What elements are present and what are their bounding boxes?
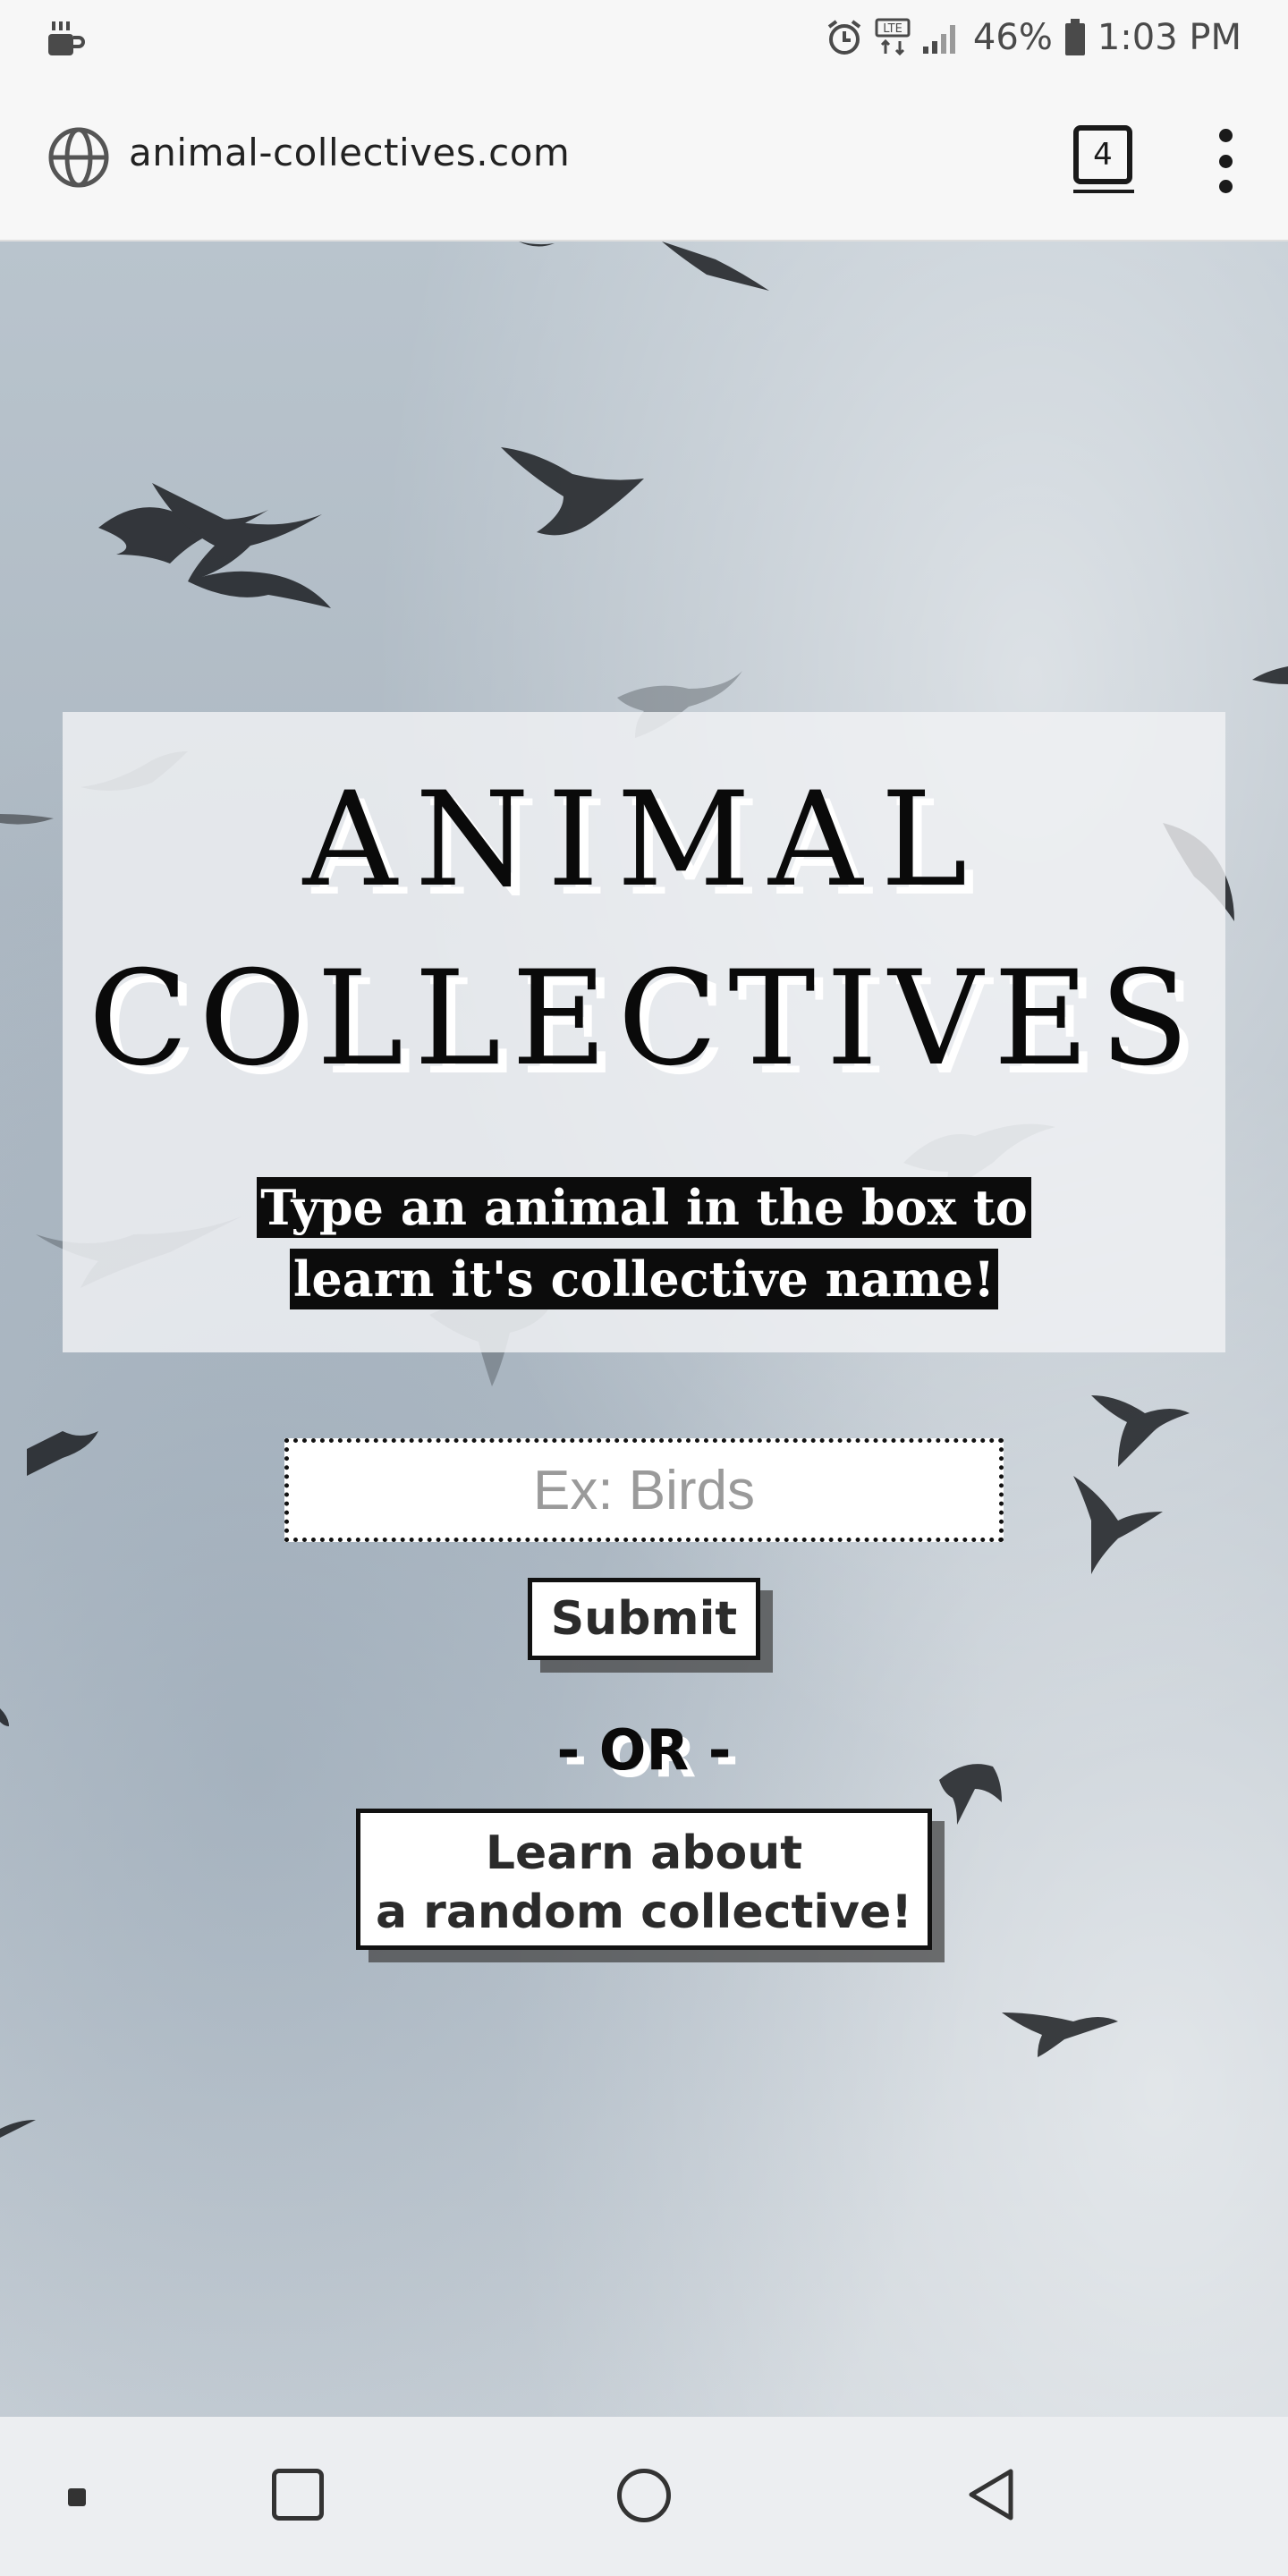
title-panel: ANIMAL COLLECTIVES Type an animal in the…	[63, 712, 1225, 1352]
more-vert-icon[interactable]	[1208, 125, 1243, 197]
page-hero: ANIMAL COLLECTIVES Type an animal in the…	[0, 242, 1288, 2417]
clock: 1:03 PM	[1097, 17, 1241, 58]
tab-switcher-button[interactable]: 4	[1073, 125, 1132, 184]
alarm-icon	[827, 20, 861, 55]
lte-icon: LTE	[875, 18, 911, 56]
tab-count: 4	[1093, 137, 1113, 173]
page-subtitle: Type an animal in the box to learn it's …	[63, 1172, 1225, 1315]
random-collective-button[interactable]: Learn about a random collective!	[356, 1809, 932, 1950]
globe-icon[interactable]	[47, 125, 111, 190]
subtitle-line-2: learn it's collective name!	[289, 1249, 999, 1309]
page-title-line-1: ANIMAL	[302, 764, 986, 916]
subtitle-line-1: Type an animal in the box to	[257, 1177, 1031, 1238]
url-text[interactable]: animal-collectives.com	[129, 131, 570, 174]
signal-icon	[922, 25, 955, 54]
back-icon[interactable]	[966, 2467, 1016, 2522]
svg-text:LTE: LTE	[883, 22, 902, 36]
home-icon[interactable]	[617, 2469, 671, 2522]
submit-button[interactable]: Submit	[528, 1578, 760, 1660]
recents-icon[interactable]	[272, 2469, 324, 2521]
random-button-line-1: Learn about	[485, 1826, 803, 1880]
animal-search-input[interactable]	[284, 1438, 1004, 1542]
or-divider: - OR -	[556, 1717, 732, 1783]
random-button-line-2: a random collective!	[375, 1885, 913, 1939]
status-right: LTE 46% 1:03 PM	[825, 13, 1241, 63]
dot-icon[interactable]	[68, 2488, 86, 2506]
system-nav-bar	[0, 2417, 1288, 2576]
status-bar: LTE 46% 1:03 PM	[0, 0, 1288, 75]
battery-percent: 46%	[972, 17, 1053, 58]
coffee-cup-icon	[48, 21, 85, 55]
screen: LTE 46% 1:03 PM animal-collectives.com 4…	[0, 0, 1288, 2576]
battery-icon	[1064, 19, 1085, 55]
tab-switcher-underline	[1073, 190, 1134, 193]
page-title-line-2: COLLECTIVES	[88, 943, 1200, 1095]
browser-address-bar: animal-collectives.com 4	[0, 75, 1288, 242]
